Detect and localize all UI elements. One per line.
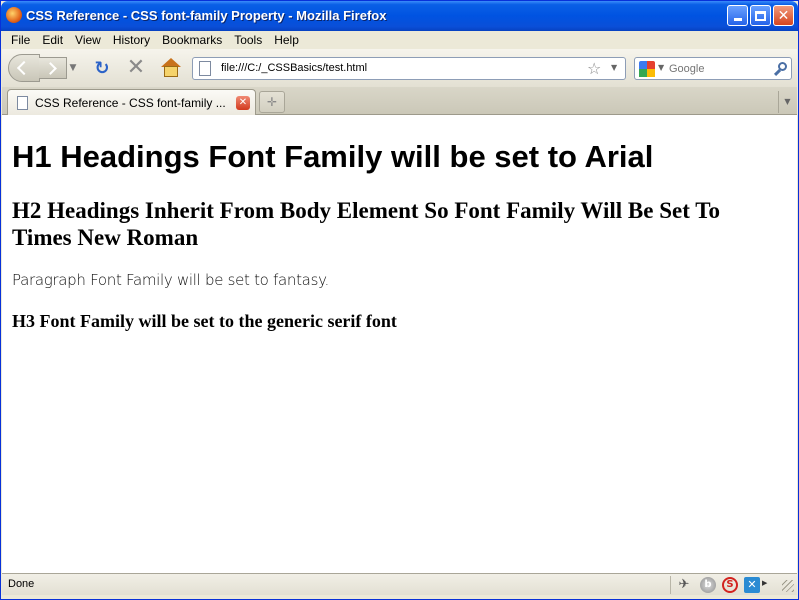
magnifier-handle — [773, 68, 782, 77]
back-button[interactable] — [8, 54, 40, 82]
tab-list-dropdown-icon[interactable]: ▼ — [778, 91, 796, 113]
page-icon — [199, 61, 211, 76]
search-bar[interactable]: ▼ — [634, 57, 792, 80]
heading-h1: H1 Headings Font Family will be set to A… — [12, 139, 654, 174]
status-separator — [670, 576, 671, 594]
tab-close-icon[interactable]: ✕ — [236, 96, 250, 110]
heading-h3: H3 Font Family will be set to the generi… — [12, 311, 397, 331]
close-button[interactable]: ✕ — [773, 5, 794, 26]
maximize-button[interactable] — [750, 5, 771, 26]
tab-strip: CSS Reference - CSS font-family ... ✕ ✛ … — [2, 87, 797, 115]
menu-bookmarks[interactable]: Bookmarks — [156, 33, 228, 47]
home-body — [164, 66, 178, 77]
search-icon[interactable] — [773, 61, 789, 77]
heading-h2: H2 Headings Inherit From Body Element So… — [12, 198, 720, 250]
addon-circle-icon[interactable]: b — [700, 577, 716, 593]
status-bar: Done ✈ b S ✕ ▶ — [2, 573, 797, 595]
menu-help[interactable]: Help — [268, 33, 305, 47]
url-text[interactable]: file:///C:/_CSSBasics/test.html — [221, 62, 367, 74]
home-icon[interactable] — [160, 58, 182, 78]
menu-history[interactable]: History — [107, 33, 156, 47]
addon-dropdown-icon[interactable]: ▶ — [762, 579, 767, 587]
menu-file[interactable]: File — [5, 33, 36, 47]
title-bar[interactable]: CSS Reference - CSS font-family Property… — [1, 1, 798, 31]
navigation-toolbar: ▼ ↻ ✕ file:///C:/_CSSBasics/test.html ☆ … — [2, 49, 797, 87]
search-engine-dropdown-icon[interactable]: ▼ — [658, 63, 664, 72]
stop-icon[interactable]: ✕ — [126, 57, 146, 79]
address-bar[interactable]: file:///C:/_CSSBasics/test.html ☆ ▼ — [192, 57, 626, 80]
addon-x-icon[interactable]: ✕ — [744, 577, 760, 593]
resize-grip[interactable] — [782, 580, 794, 592]
forward-button[interactable] — [39, 57, 67, 79]
minimize-icon — [733, 18, 742, 21]
reload-icon[interactable]: ↻ — [92, 59, 112, 79]
menu-edit[interactable]: Edit — [36, 33, 69, 47]
menu-view[interactable]: View — [69, 33, 107, 47]
url-dropdown-icon[interactable]: ▼ — [611, 63, 617, 72]
paragraph: Paragraph Font Family will be set to fan… — [12, 271, 329, 289]
tab-label: CSS Reference - CSS font-family ... — [35, 96, 226, 110]
status-text: Done — [8, 578, 35, 590]
adblock-icon[interactable]: S — [722, 577, 738, 593]
close-icon: ✕ — [777, 7, 790, 24]
menu-bar: File Edit View History Bookmarks Tools H… — [2, 31, 797, 49]
history-dropdown-icon[interactable]: ▼ — [66, 61, 80, 75]
puzzle-addon-icon[interactable]: ✈ — [676, 577, 692, 593]
menu-tools[interactable]: Tools — [228, 33, 268, 47]
tab-page-icon — [17, 96, 28, 110]
firefox-icon — [6, 7, 22, 23]
google-icon[interactable] — [639, 61, 655, 77]
maximize-icon — [755, 10, 766, 21]
tab-css-reference[interactable]: CSS Reference - CSS font-family ... ✕ — [7, 89, 256, 115]
page-content: H1 Headings Font Family will be set to A… — [2, 115, 797, 573]
bookmark-star-icon[interactable]: ☆ — [587, 59, 601, 79]
window-title: CSS Reference - CSS font-family Property… — [26, 8, 387, 23]
minimize-button[interactable] — [727, 5, 748, 26]
new-tab-button[interactable]: ✛ — [259, 91, 285, 113]
browser-window: CSS Reference - CSS font-family Property… — [0, 0, 799, 600]
search-input[interactable] — [669, 61, 769, 77]
